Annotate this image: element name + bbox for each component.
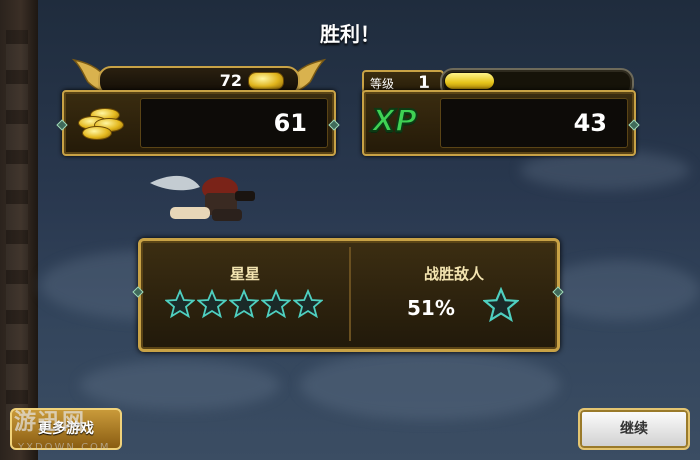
small-coins-icon: [248, 72, 284, 90]
xp-icon: XP: [371, 103, 418, 140]
xp-total-box: 43: [440, 98, 628, 148]
cloud: [540, 260, 700, 320]
coin-stack-icon: [76, 108, 126, 142]
rating-star-icon: [197, 289, 227, 319]
rating-star-icon: [261, 289, 291, 319]
results-panel: 星星 战胜敌人 51%: [138, 238, 560, 352]
gold-total-value: 61: [273, 109, 307, 137]
stars-heading: 星星: [229, 265, 260, 283]
enemies-percent: 51%: [407, 296, 455, 320]
stars-row: [165, 289, 335, 321]
xp-total-value: 43: [573, 109, 607, 137]
gold-panel: 61: [62, 90, 336, 156]
rating-star-icon: [293, 289, 323, 319]
page-title: 胜利！: [320, 22, 380, 46]
xp-progress-fill: [445, 73, 494, 89]
winged-hero-character: [150, 175, 255, 221]
enemies-star-icon: [483, 287, 519, 323]
results-divider: [349, 247, 351, 341]
watermark: 游迅网: [14, 410, 87, 435]
gold-total-box: 61: [140, 98, 328, 148]
gold-earned-value: 72: [219, 71, 242, 90]
cliff-wall: [0, 0, 38, 460]
continue-button[interactable]: 继续: [578, 408, 690, 450]
cloud: [520, 150, 690, 190]
watermark-sub: YXDOWN.COM: [18, 442, 111, 453]
cloud: [300, 350, 560, 420]
cloud: [80, 360, 280, 410]
rating-star-icon: [229, 289, 259, 319]
enemies-heading: 战胜敌人: [423, 265, 484, 283]
rating-star-icon: [165, 289, 195, 319]
